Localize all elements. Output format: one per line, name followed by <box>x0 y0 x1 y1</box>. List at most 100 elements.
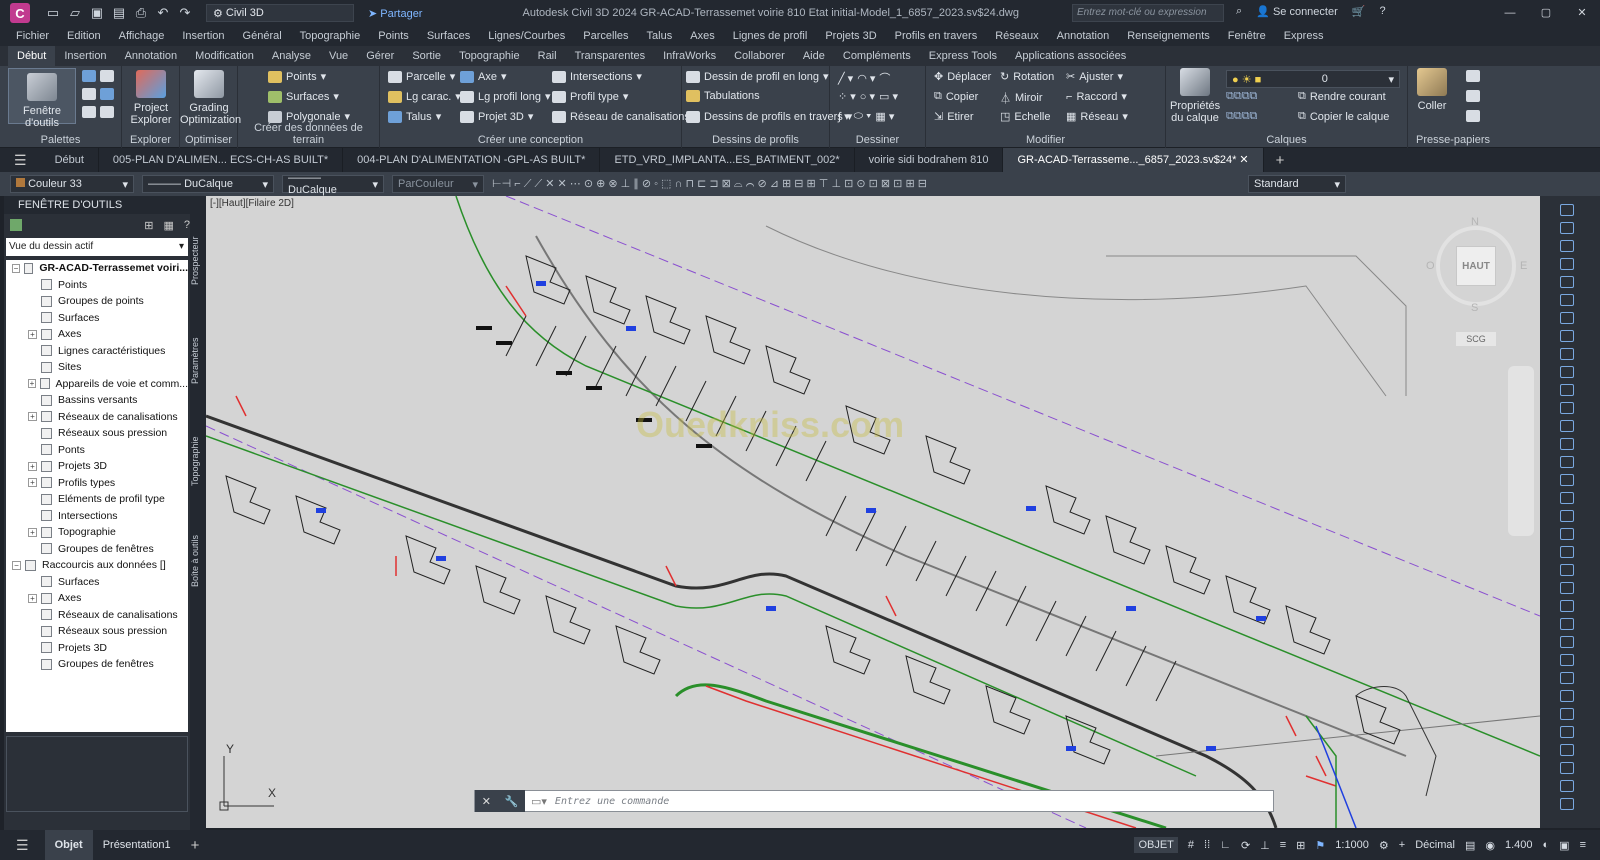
assembly-button[interactable]: Profil type ▾ <box>552 90 628 103</box>
view-cube[interactable]: HAUT N S E O <box>1426 216 1527 316</box>
menu-item-6[interactable]: Points <box>378 30 409 42</box>
toolspace-view-icon[interactable] <box>10 219 22 231</box>
ribbon-tab-9[interactable]: Rail <box>529 46 566 66</box>
close-icon[interactable]: ✕ <box>1564 0 1600 26</box>
menu-item-13[interactable]: Projets 3D <box>825 30 876 42</box>
properties-icon[interactable]: ▤ <box>1465 839 1475 852</box>
save-as-icon[interactable]: ▤ <box>110 5 128 21</box>
tree-item[interactable]: Groupes de fenêtres <box>6 541 188 558</box>
tree-item[interactable]: + Axes <box>6 326 188 343</box>
ribbon-tab-12[interactable]: Collaborer <box>725 46 794 66</box>
side-tool-icon[interactable] <box>1560 204 1574 216</box>
layer-tools-row1[interactable]: ⧉⧉⧉⧉ <box>1226 90 1257 103</box>
expand-icon[interactable]: + <box>28 527 37 537</box>
menu-item-10[interactable]: Talus <box>647 30 673 42</box>
palette-icons[interactable] <box>82 70 114 82</box>
expand-icon[interactable]: + <box>28 478 37 488</box>
doc-tab-2[interactable]: 004-PLAN D'ALIMENTATION -GPL-AS BUILT* <box>343 148 601 172</box>
ortho-icon[interactable]: ∟ <box>1220 839 1231 851</box>
tree-item[interactable]: Surfaces <box>6 574 188 591</box>
open-file-icon[interactable]: ▱ <box>66 5 84 21</box>
linetype-select[interactable]: ——— DuCalque ▾ <box>142 175 274 193</box>
array-button[interactable]: ▦ Réseau ▾ <box>1066 110 1128 124</box>
tree-item[interactable]: + Réseaux de canalisations <box>6 409 188 426</box>
side-tool-icon[interactable] <box>1560 402 1574 414</box>
side-tool-icon[interactable] <box>1560 636 1574 648</box>
side-tool-icon[interactable] <box>1560 438 1574 450</box>
side-tool-icon[interactable] <box>1560 348 1574 360</box>
alignment-button[interactable]: Axe ▾ <box>460 70 507 83</box>
side-tool-icon[interactable] <box>1560 276 1574 288</box>
side-tab-toolbox[interactable]: Boîte à outils <box>190 526 206 596</box>
side-tool-icon[interactable] <box>1560 222 1574 234</box>
ribbon-tab-2[interactable]: Annotation <box>116 46 187 66</box>
tree-item[interactable]: Ponts <box>6 442 188 459</box>
app-logo-icon[interactable]: C <box>10 3 30 23</box>
lineweight-select[interactable]: ——— DuCalque ▾ <box>282 172 384 196</box>
section-views-button[interactable]: Dessins de profils en travers ▾ <box>686 110 852 123</box>
command-line[interactable]: ✕ 🔧 ▭▾ Entrez une commande <box>474 790 1274 812</box>
circle-tool[interactable]: ⁘ ▾ ○ ▾ ▭ ▾ <box>838 90 898 103</box>
close-icon[interactable]: ✕ <box>482 795 491 808</box>
parcel-button[interactable]: Parcelle ▾ <box>388 70 455 83</box>
side-tool-icon[interactable] <box>1560 258 1574 270</box>
tree-item[interactable]: Bassins versants <box>6 392 188 409</box>
ribbon-tab-11[interactable]: InfraWorks <box>654 46 725 66</box>
profile-view-button[interactable]: Dessin de profil en long ▾ <box>686 70 829 83</box>
trim-button[interactable]: ✂ Ajuster ▾ <box>1066 70 1123 84</box>
menu-icon[interactable]: ☰ <box>0 152 41 169</box>
ribbon-tab-1[interactable]: Insertion <box>55 46 115 66</box>
workspace-select[interactable]: ⚙ Civil 3D <box>206 4 354 22</box>
layer-dropdown[interactable]: ● ☀ ■ 0 ▾ <box>1226 70 1400 88</box>
isolate-icon[interactable]: ◉ <box>1485 839 1495 852</box>
ucs-menu[interactable]: SCG <box>1456 332 1496 346</box>
tree-item[interactable]: Eléments de profil type <box>6 491 188 508</box>
style-select[interactable]: Standard ▾ <box>1248 175 1346 193</box>
ribbon-tab-14[interactable]: Compléments <box>834 46 920 66</box>
lineweight-icon[interactable]: ≡ <box>1280 839 1286 851</box>
add-icon[interactable]: + <box>1399 839 1405 851</box>
tree-item[interactable]: Réseaux sous pression <box>6 623 188 640</box>
doc-tab-3[interactable]: ETD_VRD_IMPLANTA...ES_BATIMENT_002* <box>600 148 855 172</box>
menu-item-19[interactable]: Express <box>1284 30 1324 42</box>
panel-title-create-design[interactable]: Créer une conception <box>380 134 681 146</box>
copy-clip-button[interactable] <box>1466 90 1480 102</box>
side-tool-icon[interactable] <box>1560 312 1574 324</box>
tree-item[interactable]: − Raccourcis aux données [] <box>6 557 188 574</box>
side-tool-icon[interactable] <box>1560 582 1574 594</box>
tree-item[interactable]: Réseaux sous pression <box>6 425 188 442</box>
ribbon-tab-6[interactable]: Gérer <box>357 46 403 66</box>
side-tool-icon[interactable] <box>1560 798 1574 810</box>
toolspace-settings-icon[interactable]: ⊞ <box>144 219 153 232</box>
project-explorer-button[interactable]: Project Explorer <box>128 70 174 126</box>
maximize-icon[interactable]: ▢ <box>1528 0 1564 26</box>
side-tool-icon[interactable] <box>1560 762 1574 774</box>
side-tool-icon[interactable] <box>1560 240 1574 252</box>
share-button[interactable]: ➤ Partager <box>368 7 422 20</box>
navigation-bar[interactable] <box>1508 366 1534 536</box>
tree-item[interactable]: − GR-ACAD-Terrassemet voiri... <box>6 260 188 277</box>
side-tab-settings[interactable]: Paramètres <box>190 326 206 396</box>
menu-item-2[interactable]: Affichage <box>119 30 165 42</box>
annotation-icon[interactable]: ⚑ <box>1315 839 1325 852</box>
help-icon[interactable]: ? <box>1379 5 1385 18</box>
side-tool-icon[interactable] <box>1560 420 1574 432</box>
panel-title-palettes[interactable]: Palettes <box>0 134 121 146</box>
print-icon[interactable]: ⎙ <box>132 5 150 21</box>
sample-lines-button[interactable]: Tabulations <box>686 90 760 102</box>
side-tool-icon[interactable] <box>1560 726 1574 738</box>
doc-tab-5[interactable]: GR-ACAD-Terrasseme..._6857_2023.sv$24* ✕ <box>1003 148 1264 172</box>
side-tool-icon[interactable] <box>1560 510 1574 522</box>
fullscreen-icon[interactable]: ▣ <box>1559 839 1569 852</box>
menu-item-8[interactable]: Lignes/Courbes <box>488 30 565 42</box>
match-layer-button[interactable]: ⧉ Copier le calque <box>1298 110 1389 123</box>
menu-item-0[interactable]: Fichier <box>16 30 49 42</box>
ribbon-tab-0[interactable]: Début <box>8 46 56 66</box>
stretch-button[interactable]: ⇲ Etirer <box>934 110 974 124</box>
menu-item-14[interactable]: Profils en travers <box>895 30 978 42</box>
panel-title-create-ground[interactable]: Créer des données de terrain <box>238 122 379 146</box>
ribbon-tab-5[interactable]: Vue <box>320 46 357 66</box>
menu-item-12[interactable]: Lignes de profil <box>733 30 808 42</box>
tree-item[interactable]: + Projets 3D <box>6 458 188 475</box>
side-tool-icon[interactable] <box>1560 366 1574 378</box>
